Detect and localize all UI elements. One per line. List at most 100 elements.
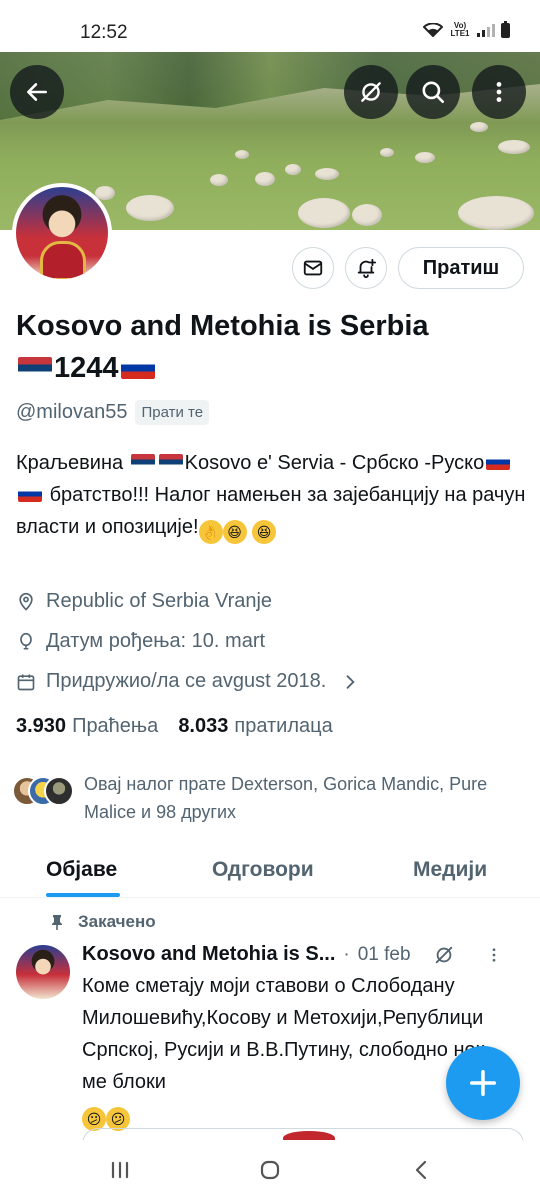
- sheep: [498, 140, 530, 154]
- status-bar: 12:52 Vo) LTE1: [0, 0, 540, 52]
- wifi-icon: [423, 23, 443, 37]
- russia-flag-icon: [486, 454, 511, 470]
- birthday-text: Датум рођења: 10. mart: [46, 630, 266, 652]
- ok-hand-emoji-icon: 👌: [198, 520, 223, 544]
- active-tab-indicator: [46, 893, 120, 897]
- no-grok-icon[interactable]: [433, 944, 455, 966]
- notify-button[interactable]: [345, 247, 387, 289]
- bell-plus-icon: [357, 258, 377, 279]
- avatar-coat: [40, 241, 86, 279]
- battery-icon: [501, 20, 510, 38]
- system-nav-bar: [0, 1140, 540, 1200]
- more-button[interactable]: [472, 65, 526, 119]
- tab-posts[interactable]: Објаве: [46, 858, 117, 882]
- location-row: Republic of Serbia Vranje: [16, 590, 272, 613]
- status-icons: Vo) LTE1: [423, 20, 510, 38]
- following-label: Праћења: [72, 715, 159, 737]
- recents-button[interactable]: [100, 1156, 140, 1184]
- russia-flag-icon: [120, 357, 155, 379]
- sheep: [458, 196, 534, 230]
- sheep: [352, 204, 382, 226]
- recents-icon: [111, 1161, 129, 1179]
- post-author[interactable]: Kosovo and Metohia is S...: [82, 943, 335, 966]
- post-body: Коме сметају моји ставови о Слободану Ми…: [82, 975, 485, 1093]
- followers-count: 8.033: [178, 715, 229, 737]
- tab-media[interactable]: Медији: [413, 858, 487, 882]
- search-icon: [422, 81, 445, 104]
- handle-row: @milovan55 Прати те: [16, 400, 210, 425]
- bio-part1: Краљевина: [16, 452, 124, 474]
- laughing-emoji-icon: 😆: [252, 520, 277, 544]
- following-count: 3.930: [16, 715, 67, 737]
- balloon-icon: [20, 632, 32, 649]
- joined-row[interactable]: Придружио/ла се avgust 2018.: [16, 670, 360, 693]
- follows-you-badge: Прати те: [135, 400, 210, 425]
- profile-avatar[interactable]: [12, 183, 112, 283]
- network-label: Vo) LTE1: [450, 21, 470, 38]
- sheep: [380, 148, 394, 157]
- back-nav-button[interactable]: [402, 1156, 442, 1184]
- joined-text: Придружио/ла се avgust 2018.: [46, 670, 327, 692]
- pinned-label: Закачено: [78, 912, 156, 931]
- post-header: Kosovo and Metohia is S... · 01 feb: [82, 943, 532, 966]
- sheep: [415, 152, 435, 163]
- sheep: [126, 195, 174, 221]
- tab-replies[interactable]: Одговори: [212, 858, 314, 882]
- chevron-left-icon: [415, 1160, 427, 1180]
- display-name-text: Kosovo and Metohia is Serbia: [16, 310, 429, 342]
- bio-part2: Kosovo e' Servia - Србско -Руско: [184, 452, 485, 474]
- followers-stat[interactable]: 8.033 пратилаца: [178, 715, 332, 738]
- sheep: [285, 164, 301, 175]
- following-button[interactable]: Пратиш: [398, 247, 524, 289]
- no-grok-button[interactable]: [344, 65, 398, 119]
- post-separator: ·: [343, 943, 350, 965]
- status-time: 12:52: [80, 22, 128, 43]
- name-suffix: 1244: [54, 352, 119, 384]
- serbia-flag-icon: [158, 454, 183, 470]
- display-name: Kosovo and Metohia is Serbia 1244: [16, 305, 526, 389]
- no-grok-icon: [361, 82, 381, 102]
- pin-icon: [52, 915, 62, 930]
- chevron-right-icon: [346, 674, 355, 689]
- sheep: [235, 150, 249, 159]
- serbia-flag-icon: [18, 357, 52, 379]
- sheep: [315, 168, 339, 180]
- location-pin-icon: [19, 592, 33, 611]
- user-handle: @milovan55: [16, 401, 128, 423]
- sheep: [255, 172, 275, 186]
- location-text: Republic of Serbia Vranje: [46, 590, 273, 612]
- sheep: [210, 174, 228, 186]
- more-vertical-icon[interactable]: [485, 946, 503, 964]
- follower-avatars: [12, 776, 74, 810]
- home-button[interactable]: [250, 1156, 290, 1184]
- envelope-icon: [303, 260, 323, 276]
- more-vertical-icon: [496, 82, 502, 102]
- search-button[interactable]: [406, 65, 460, 119]
- post-date[interactable]: 01 feb: [358, 944, 411, 966]
- compose-button[interactable]: [446, 1046, 520, 1120]
- followed-by-row[interactable]: Овај налог прате Dexterson, Gorica Mandi…: [12, 770, 532, 826]
- birthday-row: Датум рођења: 10. mart: [16, 630, 265, 653]
- pinned-indicator: Закачено: [50, 912, 156, 932]
- profile-bio: Краљевина Kosovo e' Servia - Србско -Рус…: [16, 447, 526, 544]
- calendar-icon: [17, 674, 35, 690]
- followers-label: пратилаца: [234, 715, 333, 737]
- serbia-flag-icon: [130, 454, 155, 470]
- laughing-emoji-icon: 😆: [222, 520, 247, 544]
- post-text: Коме сметају моји ставови о Слободану Ми…: [82, 970, 512, 1131]
- followed-by-text: Овај налог прате Dexterson, Gorica Mandi…: [84, 774, 488, 822]
- sheep: [298, 198, 350, 228]
- russia-flag-icon: [18, 486, 42, 502]
- message-button[interactable]: [292, 247, 334, 289]
- arrow-left-icon: [27, 83, 47, 101]
- post-avatar[interactable]: [16, 945, 70, 999]
- avatar: [44, 776, 74, 806]
- signal-icon: [477, 23, 495, 37]
- following-stat[interactable]: 3.930 Праћења: [16, 715, 158, 738]
- home-icon: [260, 1160, 280, 1180]
- sheep: [470, 122, 488, 132]
- follow-stats: 3.930 Праћења 8.033 пратилаца: [16, 715, 333, 738]
- back-button[interactable]: [10, 65, 64, 119]
- plus-icon: [470, 1070, 496, 1096]
- profile-tabs: Објаве Одговори Медији: [0, 840, 540, 898]
